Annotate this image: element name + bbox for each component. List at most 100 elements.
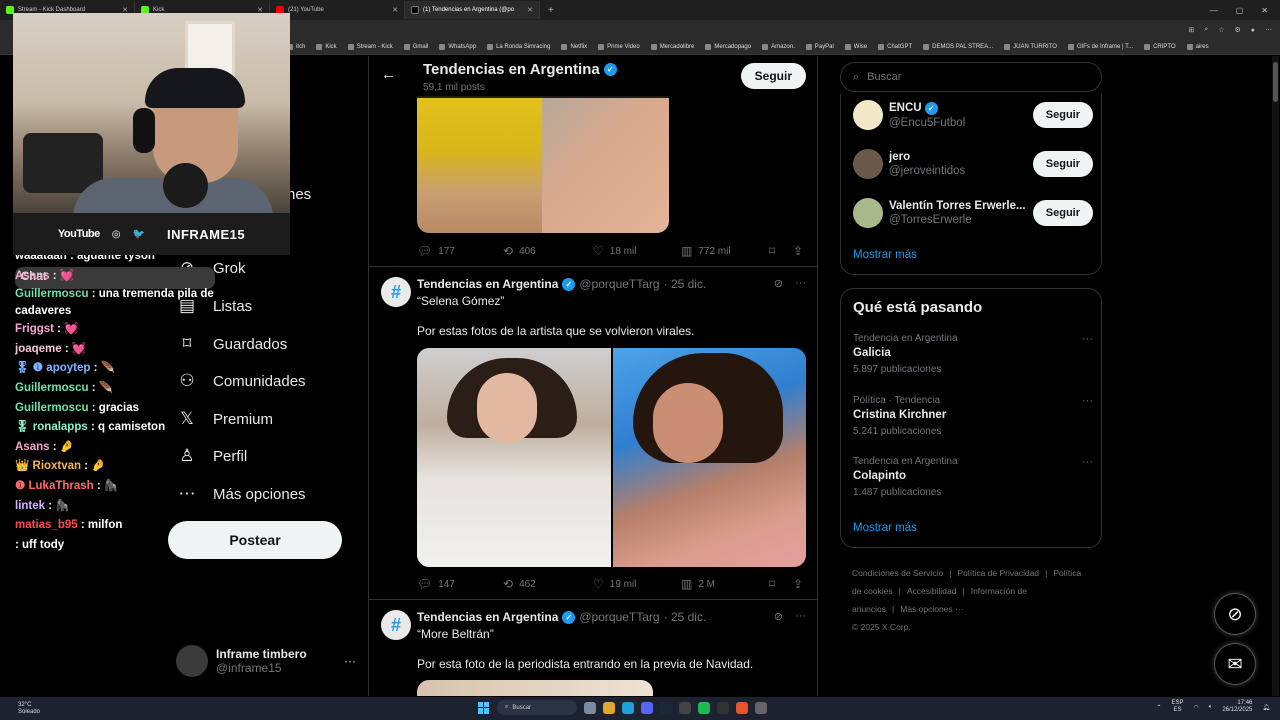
clock[interactable]: 17:46 26/12/2025 [1222,700,1252,714]
footer-link[interactable]: Accesibilidad [907,586,957,596]
bookmark-item[interactable]: DEMOS PAL STREA... [923,44,993,50]
show-more-link[interactable]: Mostrar más [853,522,917,534]
close-tab-icon[interactable]: ✕ [527,6,533,14]
trends-avatar[interactable]: # [381,277,411,307]
nav-item-partial[interactable]: nes [287,186,311,203]
steam-icon[interactable] [660,701,672,714]
close-window-icon[interactable]: ✕ [1261,6,1268,15]
chat-username[interactable]: Guillermoscu [15,288,89,300]
more-icon[interactable]: ··· [344,654,356,668]
tray-chevron-icon[interactable]: ⌃ [1156,704,1161,711]
chat-username[interactable]: Guillermoscu [15,402,89,414]
bookmark-item[interactable]: JUAN TURRITO [1004,44,1057,50]
chat-username[interactable]: joaqeme [15,343,62,355]
trend-item[interactable]: Política · Tendencia Cristina Kirchner 5… [853,395,1093,437]
bookmark-item[interactable]: ChatGPT [878,44,912,50]
wifi-icon[interactable]: ◠ [1193,704,1198,711]
more-icon[interactable]: ··· [795,277,806,290]
more-icon[interactable]: ··· [1082,456,1093,468]
bookmark-item[interactable]: Mercadopago [705,44,751,50]
follow-button[interactable]: Seguir [1032,102,1093,128]
more-icon[interactable]: ··· [1082,333,1093,345]
tab-youtube[interactable]: (21) YouTube ✕ [270,1,405,19]
bookmark-item[interactable]: WhatsApp [439,44,476,50]
menu-icon[interactable]: ⋯ [1265,26,1272,34]
minimize-icon[interactable]: — [1210,6,1218,15]
bookmark-item[interactable]: aires [1186,44,1209,50]
app-icon[interactable] [717,701,729,714]
share-button[interactable]: ⇪ [793,244,803,258]
follow-button[interactable]: Seguir [1032,151,1093,177]
chat-username[interactable]: Friggst [15,323,54,335]
chat-username[interactable]: ❶ LukaThrash [15,480,94,492]
tweet-photos[interactable] [417,348,806,567]
app-icon[interactable] [679,701,691,714]
grok-fab-button[interactable]: ⊘ [1214,593,1256,635]
taskbar-search[interactable]: ⌕ Buscar [497,700,577,715]
edge-icon[interactable] [622,701,634,714]
bookmark-item[interactable]: Amazon. [762,44,795,50]
bookmark-item[interactable]: Stream - Kick [347,44,393,50]
bookmark-item[interactable]: CRIPTO [1144,44,1176,50]
search-input[interactable]: ⌕ Buscar [840,62,1102,92]
photo[interactable] [417,348,611,567]
chat-username[interactable]: 👑 Rioxtvan [15,460,81,472]
like-button[interactable]: ♡ 19 mil [593,577,681,591]
chat-username[interactable]: Asans [15,441,50,453]
footer-link[interactable]: Política de Privacidad [957,568,1039,578]
more-icon[interactable]: ··· [795,610,806,623]
chat-username[interactable]: Asans [15,270,50,282]
trends-avatar[interactable]: # [381,610,411,640]
bookmark-item[interactable]: GIFs de Inframe | T... [1067,44,1133,50]
bookmark-item[interactable]: Prime Video [598,44,640,50]
bookmark-button[interactable]: ⌑ [769,244,793,258]
bookmark-item[interactable]: Kick [316,44,337,50]
zoom-icon[interactable]: ⌕ [1204,26,1208,34]
repost-button[interactable]: ⟲ 462 [503,577,593,591]
maximize-icon[interactable]: ▢ [1236,6,1244,15]
follow-suggestion[interactable]: Valentín Torres Erwerle... @TorresErwerl… [853,195,1093,231]
app-icon[interactable] [755,701,767,714]
chat-username[interactable]: 🎖 ronalapps [15,421,88,433]
views-button[interactable]: ▥ 772 mil [681,244,769,258]
reply-button[interactable]: 💬︎ 177 [417,244,503,258]
more-icon[interactable]: ··· [1082,395,1093,407]
app-icon[interactable] [736,701,748,714]
discord-icon[interactable] [641,701,653,714]
file-explorer-icon[interactable] [603,701,615,714]
translate-icon[interactable]: ⊞ [1188,26,1194,34]
chat-username[interactable]: matias_b95 [15,519,78,531]
trend-item[interactable]: Tendencia en Argentina Galicia 5.897 pub… [853,333,1093,375]
follow-suggestion[interactable]: jero @jeroveintidos Seguir [853,146,1093,182]
bookmark-item[interactable]: Mercadolibre [650,44,694,50]
follow-button[interactable]: Seguir [740,63,806,89]
account-switcher[interactable]: Inframe timbero @inframe15 ··· [176,641,356,681]
task-view-icon[interactable] [584,701,596,714]
windows-start-icon[interactable] [478,701,490,714]
share-button[interactable]: ⇪ [793,577,803,591]
new-tab-button[interactable]: + [540,5,562,16]
bookmark-button[interactable]: ⌑ [769,577,793,591]
language-indicator[interactable]: ESP ES [1171,700,1183,714]
close-tab-icon[interactable]: ✕ [392,6,398,14]
photo[interactable] [612,348,806,567]
show-more-link[interactable]: Mostrar más [853,249,917,261]
star-icon[interactable]: ☆ [1218,26,1224,34]
back-arrow-icon[interactable]: ← [381,66,396,83]
tweet-media[interactable] [417,680,653,696]
follow-suggestion[interactable]: ENCU ✓ @Encu5Futbol Seguir [853,97,1093,133]
repost-button[interactable]: ⟲ 406 [503,244,593,258]
chat-username[interactable]: Guillermoscu [15,382,89,394]
extensions-icon[interactable]: ⚙ [1234,26,1240,34]
views-button[interactable]: ▥ 2 M [681,577,769,591]
footer-link[interactable]: Condiciones de Servicio [852,568,943,578]
chat-username[interactable]: 🎖 ❶ apoytep [15,362,90,374]
reply-button[interactable]: 💬︎ 147 [417,577,503,591]
page-scrollbar[interactable] [1272,56,1279,696]
footer-link[interactable]: Más opciones ··· [900,604,963,614]
trend-item[interactable]: Tendencia en Argentina Colapinto 1.487 p… [853,456,1093,498]
bookmark-item[interactable]: Gmail [403,44,428,50]
like-button[interactable]: ♡ 18 mil [593,244,681,258]
chat-username[interactable]: lintek [15,500,45,512]
bookmark-item[interactable]: La Ronda Simracing [487,44,550,50]
